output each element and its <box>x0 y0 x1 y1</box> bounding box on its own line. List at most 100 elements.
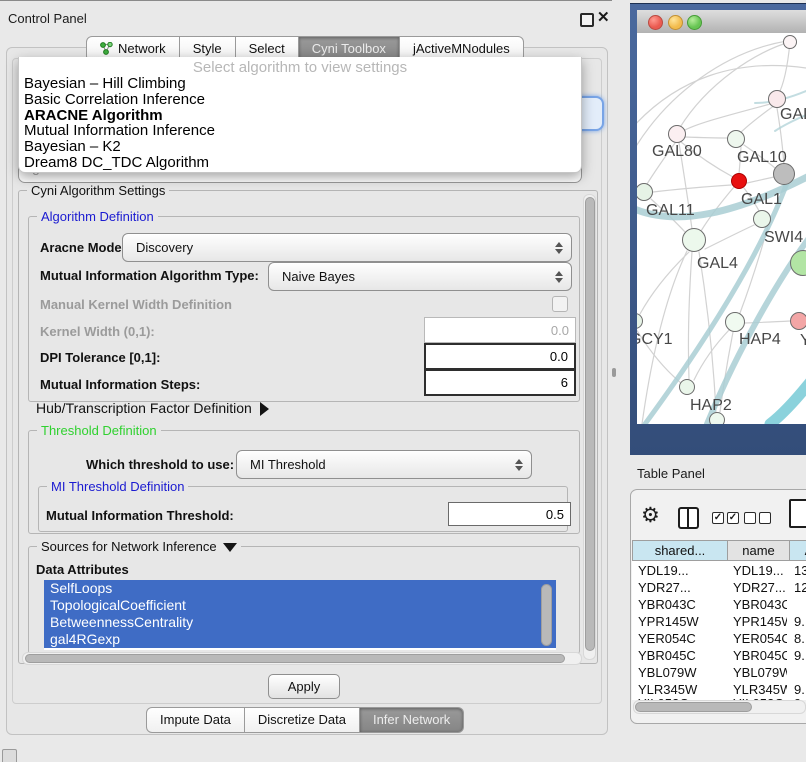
apply-button[interactable]: Apply <box>268 674 340 699</box>
node-label: HAP2 <box>690 397 732 415</box>
node-label: SWI4 <box>764 229 803 247</box>
list-item-gal4rgexp[interactable]: gal4RGexp <box>44 631 556 648</box>
table-row[interactable]: YBL079W YBL079W <box>632 665 806 682</box>
close-traffic-light-icon[interactable] <box>648 15 663 30</box>
node-label: GAL11 <box>646 202 695 220</box>
network-icon <box>100 42 113 55</box>
network-node-swi4[interactable] <box>753 210 771 228</box>
threshold-definition-title: Threshold Definition <box>37 423 161 438</box>
settings-hscrollbar-thumb[interactable] <box>25 654 565 663</box>
mi-threshold-label: Mutual Information Threshold: <box>46 508 234 523</box>
deselect-all-checkbox-icon[interactable] <box>744 512 756 524</box>
data-attributes-list: SelfLoops TopologicalCoefficient Between… <box>44 580 556 650</box>
settings-scrollbar-thumb[interactable] <box>585 197 595 651</box>
network-node-gal80[interactable] <box>668 125 686 143</box>
table-row[interactable]: YBR045C YBR045C 9. <box>632 648 806 665</box>
mi-steps-input[interactable]: 6 <box>424 369 576 396</box>
expander-collapsed-icon <box>260 402 269 416</box>
list-item-betweennesscentrality[interactable]: BetweennessCentrality <box>44 614 556 631</box>
network-node-gal1[interactable] <box>731 173 747 189</box>
data-attributes-label: Data Attributes <box>36 562 129 577</box>
dpi-tolerance-input[interactable]: 0.0 <box>424 343 576 370</box>
column-header-partial[interactable]: A <box>789 540 806 561</box>
aracne-mode-label: Aracne Mode: <box>40 240 126 255</box>
column-header-name[interactable]: name <box>727 540 790 561</box>
list-item-selfloops[interactable]: SelfLoops <box>44 580 556 597</box>
float-window-icon[interactable] <box>580 13 594 27</box>
combo-stepper-icon <box>554 242 563 254</box>
network-node-gal4[interactable] <box>682 228 706 252</box>
algorithm-dropdown: Select algorithm to view settings Bayesi… <box>18 57 582 173</box>
split-columns-icon[interactable] <box>678 507 699 529</box>
expander-open-icon <box>223 543 237 552</box>
mi-algorithm-type-label: Mutual Information Algorithm Type: <box>40 268 259 283</box>
manual-kernel-width-label: Manual Kernel Width Definition <box>40 297 232 312</box>
combo-stepper-icon <box>554 271 563 283</box>
dropdown-item-aracne[interactable]: ARACNE Algorithm <box>19 108 581 124</box>
table-panel-title: Table Panel <box>637 466 705 481</box>
node-label: Y <box>800 332 806 350</box>
which-threshold-label: Which threshold to use: <box>86 457 234 472</box>
close-icon[interactable]: ✕ <box>597 8 610 26</box>
sources-title[interactable]: Sources for Network Inference <box>37 539 241 554</box>
dropdown-placeholder: Select algorithm to view settings <box>19 57 581 76</box>
mi-threshold-title: MI Threshold Definition <box>47 479 188 494</box>
zoom-traffic-light-icon[interactable] <box>687 15 702 30</box>
table-row[interactable]: YPR145W YPR145W 9. <box>632 614 806 631</box>
node-label: GAL80 <box>652 143 702 161</box>
column-header-shared-name[interactable]: shared... <box>632 540 728 561</box>
dropdown-item-mutual-information[interactable]: Mutual Information Inference <box>19 123 581 139</box>
table-row[interactable]: YER054C YER054C 8. <box>632 631 806 648</box>
deselect-all-checkbox-icon[interactable] <box>759 512 771 524</box>
which-threshold-combobox[interactable]: MI Threshold <box>236 450 532 479</box>
tab-discretize-data[interactable]: Discretize Data <box>245 707 360 733</box>
attr-list-scrollbar-thumb[interactable] <box>541 584 552 646</box>
network-node-hap4[interactable] <box>725 312 745 332</box>
manual-kernel-width-checkbox[interactable] <box>552 296 568 312</box>
table-row[interactable]: YBR043C YBR043C <box>632 597 806 614</box>
dropdown-item-dream8[interactable]: Dream8 DC_TDC Algorithm <box>19 155 581 171</box>
kernel-width-label: Kernel Width (0,1): <box>40 324 155 339</box>
dropdown-item-bayesian-k2[interactable]: Bayesian – K2 <box>19 139 581 155</box>
network-node[interactable] <box>783 35 797 49</box>
gear-icon[interactable]: ⚙ <box>641 503 660 528</box>
node-label: HAP4 <box>739 331 781 349</box>
node-label: GAL4 <box>697 255 738 273</box>
list-item-topologicalcoefficient[interactable]: TopologicalCoefficient <box>44 597 556 614</box>
function-builder-icon[interactable] <box>789 499 806 528</box>
node-label: GAL1 <box>741 191 782 209</box>
mi-threshold-input[interactable]: 0.5 <box>448 502 571 526</box>
node-label: GAL <box>780 106 806 124</box>
network-node-gal10[interactable] <box>727 130 745 148</box>
tab-impute-data[interactable]: Impute Data <box>146 707 245 733</box>
select-all-checkbox-icon[interactable]: ✓ <box>727 512 739 524</box>
minimized-panel-icon[interactable] <box>2 749 17 762</box>
select-all-checkbox-icon[interactable]: ✓ <box>712 512 724 524</box>
node-label: GAL10 <box>737 149 787 167</box>
panel-title: Control Panel <box>8 11 87 26</box>
table-hscrollbar-thumb[interactable] <box>635 702 752 712</box>
table-row[interactable]: YDR27... YDR27... 12 <box>632 580 806 597</box>
network-view[interactable]: GAL GAL80 GAL10 GAL1 GAL11 SWI4 GAL4 GCY… <box>637 33 806 424</box>
network-window-titlebar[interactable] <box>637 10 806 34</box>
hub-definition-expander[interactable]: Hub/Transcription Factor Definition <box>36 400 269 416</box>
aracne-mode-combobox[interactable]: Discovery <box>122 233 572 262</box>
mi-algorithm-type-combobox[interactable]: Naive Bayes <box>268 262 572 291</box>
node-table: shared... name A YDL19... YDL19... 13 YD… <box>632 540 806 700</box>
screen: { "control_panel": { "title": "Control P… <box>0 0 806 762</box>
dropdown-item-bayesian-hill-climbing[interactable]: Bayesian – Hill Climbing <box>19 76 581 92</box>
algorithm-definition-title: Algorithm Definition <box>37 209 158 224</box>
panel-divider-handle[interactable] <box>612 368 616 377</box>
node-label: GCY1 <box>637 331 673 349</box>
minimize-traffic-light-icon[interactable] <box>668 15 683 30</box>
combo-stepper-icon <box>514 459 523 471</box>
window-top-edge <box>0 0 612 1</box>
network-node-hap2[interactable] <box>679 379 695 395</box>
tab-infer-network[interactable]: Infer Network <box>360 707 464 733</box>
mi-steps-label: Mutual Information Steps: <box>40 377 200 392</box>
table-row[interactable]: YDL19... YDL19... 13 <box>632 563 806 580</box>
cyni-bottom-tabs: Impute Data Discretize Data Infer Networ… <box>146 707 464 733</box>
network-node-y[interactable] <box>790 312 806 330</box>
kernel-width-input[interactable]: 0.0 <box>424 317 576 343</box>
dropdown-item-basic-correlation[interactable]: Basic Correlation Inference <box>19 92 581 108</box>
